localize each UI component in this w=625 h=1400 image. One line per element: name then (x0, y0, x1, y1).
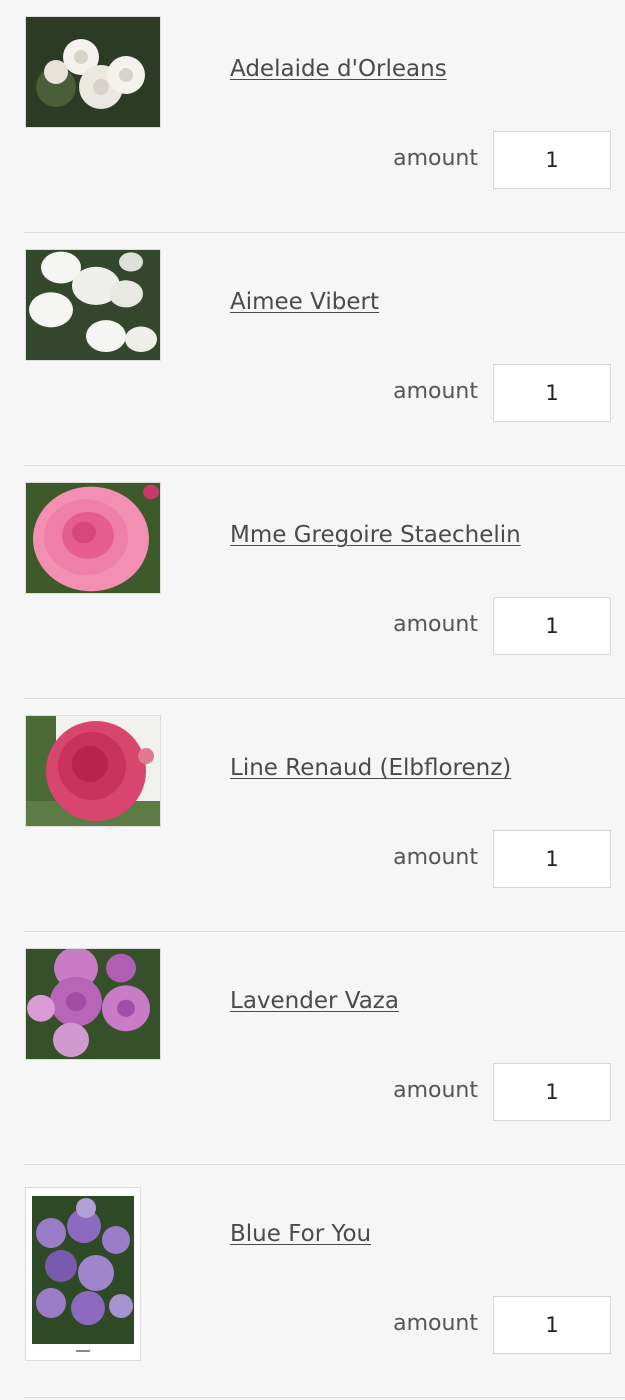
product-list: Adelaide d'Orleans amount Aimee Vibert a… (0, 0, 625, 1398)
amount-label: amount (393, 146, 478, 171)
product-photo[interactable] (25, 16, 161, 128)
quantity-input[interactable] (493, 597, 611, 655)
quantity-input[interactable] (493, 131, 611, 189)
quantity-input[interactable] (493, 830, 611, 888)
product-name-link[interactable]: Aimee Vibert (230, 289, 379, 315)
list-item: Lavender Vaza amount (24, 932, 625, 1165)
product-photo[interactable] (25, 948, 161, 1060)
amount-label: amount (393, 845, 478, 870)
product-name-link[interactable]: Blue For You (230, 1221, 371, 1247)
quantity-input[interactable] (493, 1296, 611, 1354)
product-name-link[interactable]: Adelaide d'Orleans (230, 56, 447, 82)
product-photo[interactable] (25, 249, 161, 361)
list-item: Adelaide d'Orleans amount (24, 0, 625, 233)
product-name-link[interactable]: Lavender Vaza (230, 988, 399, 1014)
product-photo[interactable] (25, 715, 161, 827)
product-name-link[interactable]: Line Renaud (Elbflorenz) (230, 755, 511, 781)
list-item: Mme Gregoire Staechelin amount (24, 466, 625, 699)
amount-label: amount (393, 612, 478, 637)
quantity-input[interactable] (493, 1063, 611, 1121)
amount-label: amount (393, 379, 478, 404)
product-photo[interactable] (25, 1187, 141, 1361)
list-item: Blue For You amount (24, 1165, 625, 1398)
quantity-input[interactable] (493, 364, 611, 422)
amount-label: amount (393, 1311, 478, 1336)
amount-label: amount (393, 1078, 478, 1103)
list-item: Aimee Vibert amount (24, 233, 625, 466)
list-item: Line Renaud (Elbflorenz) amount (24, 699, 625, 932)
product-photo[interactable] (25, 482, 161, 594)
product-name-link[interactable]: Mme Gregoire Staechelin (230, 522, 521, 548)
